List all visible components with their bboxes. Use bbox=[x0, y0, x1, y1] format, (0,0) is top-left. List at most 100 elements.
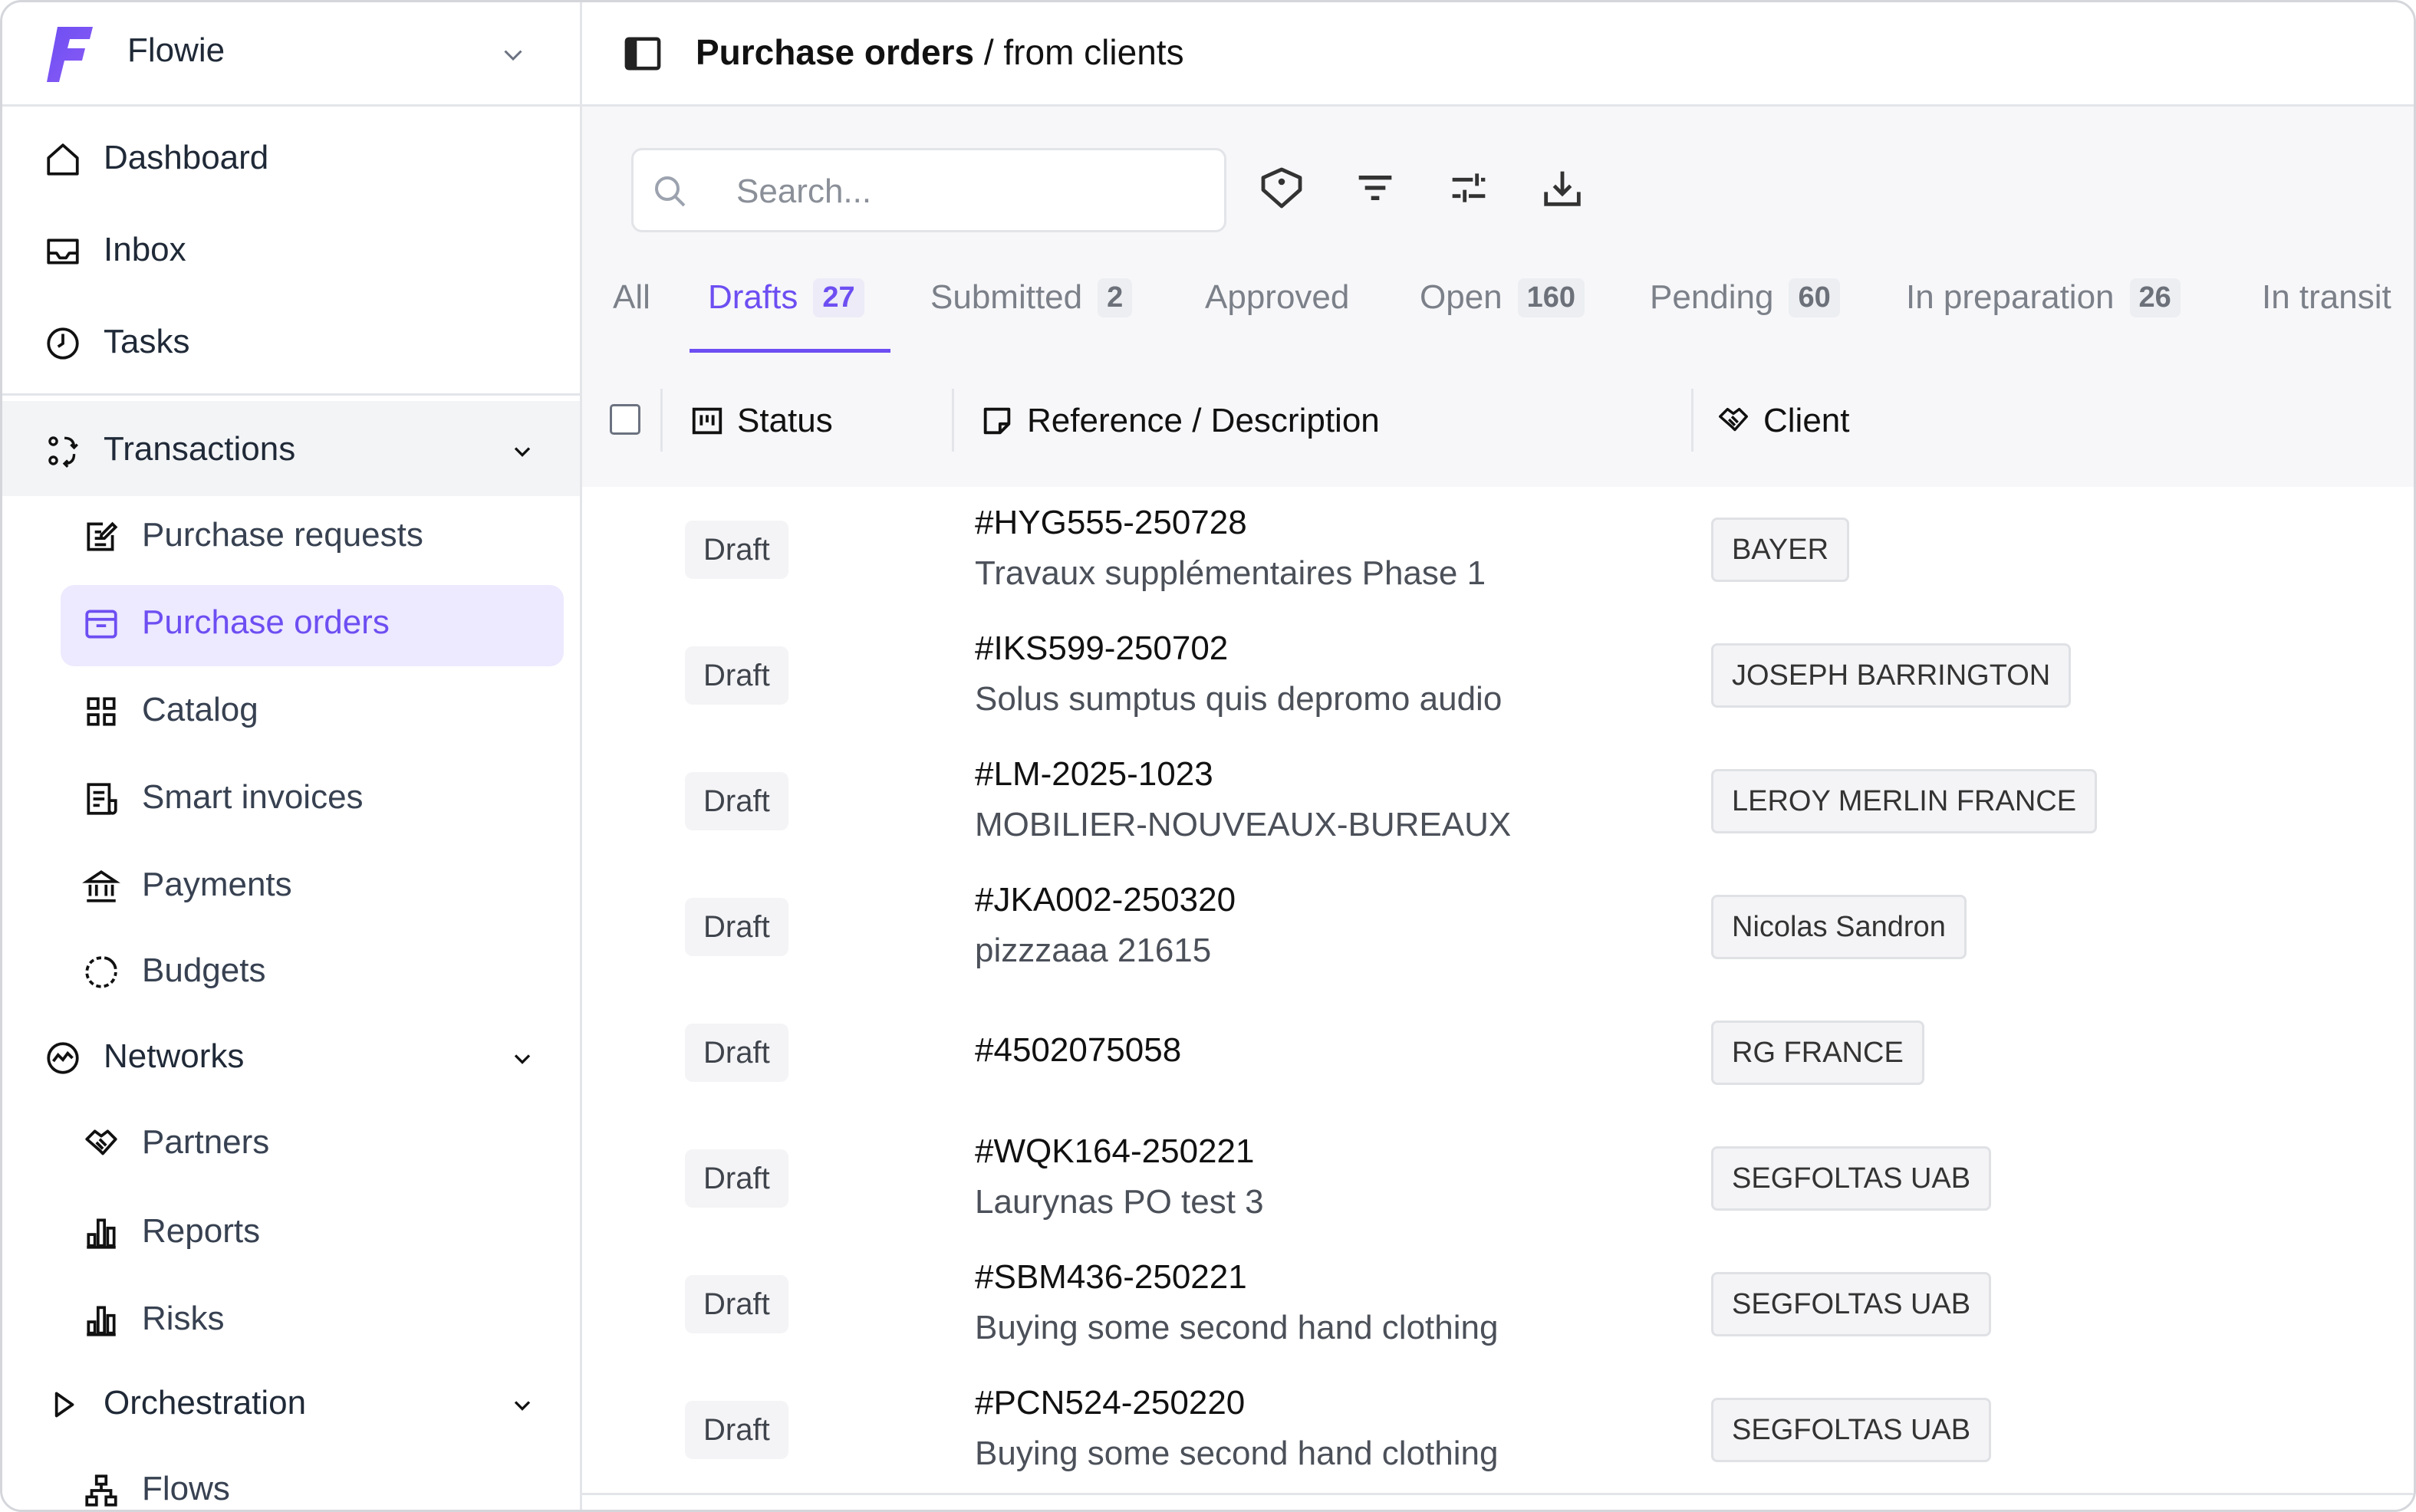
handshake-icon bbox=[85, 1129, 117, 1155]
sidebar-toggle-icon[interactable] bbox=[624, 36, 662, 71]
sidebar-item-flows[interactable]: Flows bbox=[2, 1468, 580, 1510]
table-row[interactable]: Draft #WQK164-250221 Laurynas PO test 3 … bbox=[582, 1116, 2414, 1244]
tab-count-badge: 27 bbox=[813, 278, 864, 317]
tab-in-preparation[interactable]: In preparation 26 bbox=[1906, 278, 2181, 353]
search-icon bbox=[655, 176, 686, 207]
chevron-down-icon[interactable] bbox=[499, 41, 527, 68]
filter-icon[interactable] bbox=[1351, 163, 1400, 212]
table-row[interactable]: Draft #IKS599-250702 Solus sumptus quis … bbox=[582, 613, 2414, 741]
transactions-icon bbox=[48, 436, 78, 468]
client-badge: JOSEPH BARRINGTON bbox=[1711, 643, 2072, 708]
workspace-switcher[interactable]: Flowie bbox=[2, 2, 580, 107]
column-header-label: Reference / Description bbox=[1027, 402, 1380, 439]
sidebar-item-label: Payments bbox=[142, 866, 292, 903]
column-header-client[interactable]: Client bbox=[1716, 398, 1850, 444]
client-badge: BAYER bbox=[1711, 518, 1850, 582]
sidebar-item-reports[interactable]: Reports bbox=[2, 1211, 580, 1257]
client-badge: SEGFOLTAS UAB bbox=[1711, 1272, 1992, 1336]
tab-label: All bbox=[613, 278, 650, 316]
chevron-down-icon[interactable] bbox=[509, 1045, 536, 1073]
tab-pending[interactable]: Pending 60 bbox=[1650, 278, 1840, 353]
po-description: Buying some second hand clothing bbox=[975, 1435, 1499, 1472]
tab-submitted[interactable]: Submitted 2 bbox=[930, 278, 1133, 353]
top-bar: Purchase orders / from clients bbox=[582, 2, 2414, 107]
table-row[interactable]: Draft #LM-2025-1023 MOBILIER-NOUVEAUX-BU… bbox=[582, 738, 2414, 866]
po-description: Travaux supplémentaires Phase 1 bbox=[975, 554, 1486, 592]
sidebar-section-transactions[interactable]: Transactions bbox=[2, 429, 580, 475]
client-badge: Nicolas Sandron bbox=[1711, 895, 1967, 959]
tab-count-badge: 160 bbox=[1517, 278, 1585, 317]
tab-label: Open bbox=[1420, 278, 1503, 316]
hierarchy-icon bbox=[85, 1474, 117, 1507]
handshake-icon bbox=[1719, 407, 1748, 432]
search-input[interactable] bbox=[735, 166, 1198, 218]
breadcrumb-subtitle: from clients bbox=[1003, 32, 1184, 72]
sidebar-item-label: Reports bbox=[142, 1212, 261, 1250]
sliders-icon[interactable] bbox=[1444, 163, 1493, 212]
breadcrumb: Purchase orders / from clients bbox=[696, 31, 1184, 73]
sidebar-item-purchase-orders[interactable]: Purchase orders bbox=[2, 602, 580, 648]
tab-label: Submitted bbox=[930, 278, 1083, 316]
tag-icon[interactable] bbox=[1257, 163, 1306, 212]
column-header-reference[interactable]: Reference / Description bbox=[979, 398, 1380, 444]
download-icon[interactable] bbox=[1538, 163, 1587, 212]
po-description: Solus sumptus quis depromo audio tonsor … bbox=[975, 680, 1510, 718]
column-header-status[interactable]: Status bbox=[690, 398, 833, 444]
tab-label: In preparation bbox=[1906, 278, 2115, 316]
column-divider bbox=[952, 389, 954, 452]
tab-all[interactable]: All bbox=[613, 278, 650, 353]
tab-open[interactable]: Open 160 bbox=[1420, 278, 1585, 353]
table-row[interactable]: Draft #4502075058 RG FRANCE bbox=[582, 990, 2414, 1118]
chevron-down-icon[interactable] bbox=[509, 1392, 536, 1419]
inbox-icon bbox=[47, 238, 79, 265]
search-box[interactable] bbox=[631, 148, 1226, 232]
po-reference: #JKA002-250320 bbox=[975, 881, 1236, 919]
tab-in-transit[interactable]: In transit bbox=[2262, 278, 2391, 353]
tab-label: Pending bbox=[1650, 278, 1774, 316]
tab-label: Drafts bbox=[708, 278, 798, 316]
sidebar-item-dashboard[interactable]: Dashboard bbox=[2, 137, 580, 183]
sidebar-item-label: Catalog bbox=[142, 691, 258, 728]
column-divider bbox=[1691, 389, 1694, 452]
sidebar-item-label: Budgets bbox=[142, 952, 266, 989]
sidebar-item-catalog[interactable]: Catalog bbox=[2, 689, 580, 735]
sidebar-section-networks[interactable]: Networks bbox=[2, 1036, 580, 1082]
table-row[interactable]: Draft #SBM436-250221 Buying some second … bbox=[582, 1241, 2414, 1369]
sidebar-item-label: Purchase orders bbox=[142, 603, 390, 641]
status-badge: Draft bbox=[685, 1149, 788, 1208]
tab-approved[interactable]: Approved bbox=[1205, 278, 1349, 353]
po-description: Laurynas PO test 3 bbox=[975, 1183, 1264, 1221]
column-divider bbox=[660, 389, 663, 452]
sidebar-item-tasks[interactable]: Tasks bbox=[2, 321, 580, 367]
play-icon bbox=[54, 1392, 74, 1418]
tab-drafts[interactable]: Drafts 27 bbox=[708, 278, 864, 353]
select-all-checkbox[interactable] bbox=[610, 404, 640, 435]
sidebar-item-label: Smart invoices bbox=[142, 778, 364, 816]
sidebar-item-label: Partners bbox=[142, 1123, 270, 1161]
po-reference: #HYG555-250728 bbox=[975, 504, 1247, 541]
archive-box-icon bbox=[85, 610, 117, 639]
sidebar-item-budgets[interactable]: Budgets bbox=[2, 950, 580, 996]
bank-icon bbox=[82, 869, 120, 902]
sidebar-item-partners[interactable]: Partners bbox=[2, 1122, 580, 1168]
sidebar-item-inbox[interactable]: Inbox bbox=[2, 229, 580, 275]
page-title: Purchase orders bbox=[696, 32, 975, 72]
sidebar-item-purchase-requests[interactable]: Purchase requests bbox=[2, 514, 580, 560]
status-badge: Draft bbox=[685, 1024, 788, 1082]
breadcrumb-separator: / bbox=[983, 32, 994, 72]
chevron-down-icon[interactable] bbox=[509, 438, 536, 465]
table-row[interactable]: Draft #JKA002-250320 pizzzaaa 21615 Nico… bbox=[582, 864, 2414, 992]
sidebar-section-label: Transactions bbox=[104, 430, 296, 468]
sidebar-section-label: Networks bbox=[104, 1037, 245, 1075]
note-icon bbox=[983, 407, 1011, 435]
table-row[interactable]: Draft #PCN524-250220 Buying some second … bbox=[582, 1367, 2414, 1495]
sidebar-item-smart-invoices[interactable]: Smart invoices bbox=[2, 777, 580, 823]
sidebar-item-risks[interactable]: Risks bbox=[2, 1298, 580, 1344]
sidebar-section-orchestration[interactable]: Orchestration bbox=[2, 1382, 580, 1428]
tab-count-badge: 26 bbox=[2129, 278, 2181, 317]
status-badge: Draft bbox=[685, 521, 788, 579]
table-row[interactable]: Draft #HYG555-250728 Travaux supplémenta… bbox=[582, 487, 2414, 615]
edit-document-icon bbox=[87, 521, 118, 551]
status-tabs: All Drafts 27 Submitted 2 Approved Open 160… bbox=[582, 263, 2414, 356]
sidebar-item-payments[interactable]: Payments bbox=[2, 864, 580, 910]
